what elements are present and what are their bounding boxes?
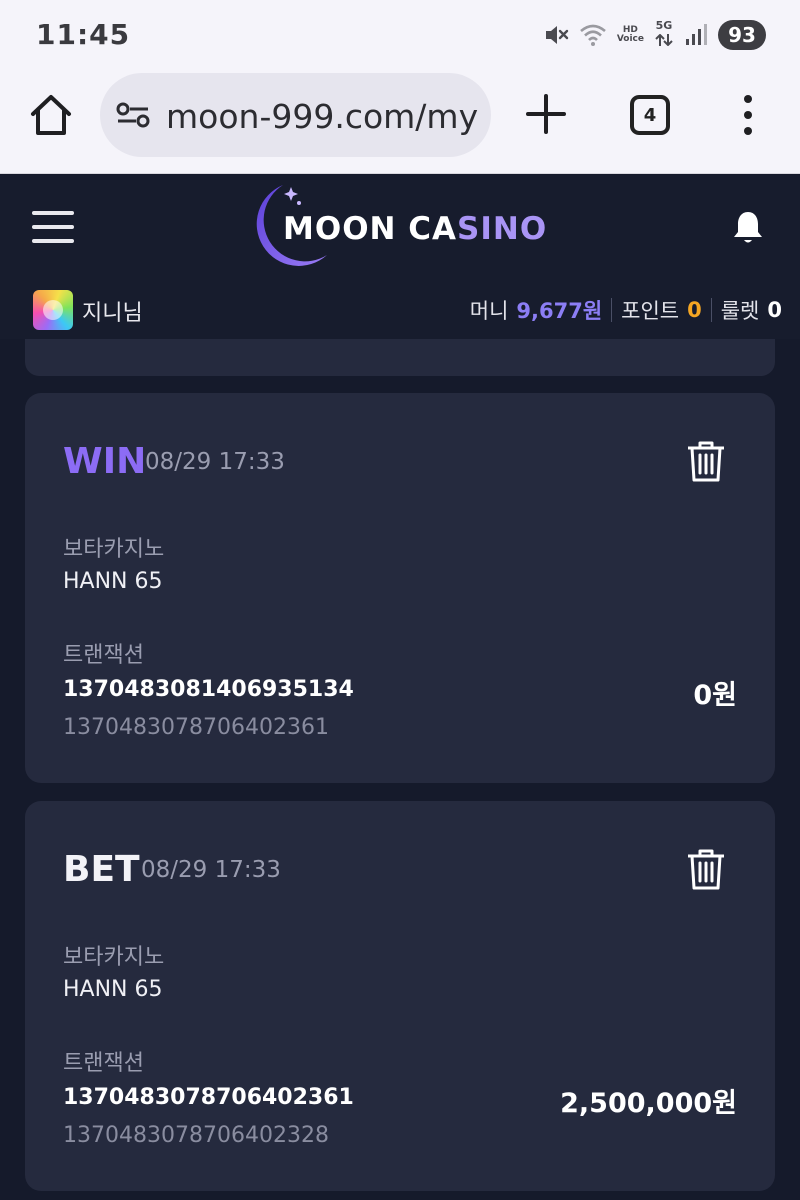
signal-icon [686, 24, 707, 45]
transaction-list[interactable]: WIN 08/29 17:33 보타카지노 HANN 65 트랜잭션 13704… [0, 339, 800, 1200]
transaction-amount: 2,500,000원 [560, 1088, 737, 1119]
balance-summary: 머니 9,677원 포인트 0 룰렛 0 [470, 295, 782, 325]
moon-casino-logo[interactable]: MOON CASINO [243, 181, 563, 273]
app-header: MOON CASINO 지니님 머니 9,677원 포인트 0 룰렛 0 [0, 175, 800, 339]
system-icons: HD Voice 5G 93 [543, 18, 766, 52]
provider-name: 보타카지노 [63, 537, 165, 562]
bell-icon[interactable] [732, 209, 764, 245]
username: 지니님 [82, 301, 143, 326]
voice-label: Voice [616, 34, 644, 44]
transaction-card-partial [25, 339, 775, 376]
money-label: 머니 [469, 299, 509, 323]
point-value: 0 [687, 298, 702, 322]
transaction-type: BET [63, 849, 140, 890]
transaction-type: WIN [63, 441, 147, 482]
site-settings-icon[interactable] [116, 100, 150, 130]
transaction-date: 08/29 17:33 [145, 449, 285, 475]
game-name: HANN 65 [63, 977, 163, 1002]
logo-text-main: MOON CA [283, 211, 458, 247]
transaction-card: WIN 08/29 17:33 보타카지노 HANN 65 트랜잭션 13704… [25, 393, 775, 783]
address-bar[interactable]: moon-999.com/my [100, 73, 491, 157]
transaction-label: 트랜잭션 [63, 1051, 144, 1076]
trash-icon[interactable] [685, 439, 727, 483]
divider [611, 298, 613, 322]
transaction-amount: 0원 [693, 680, 737, 711]
game-name: HANN 65 [63, 569, 163, 594]
divider [710, 298, 712, 322]
5g-icon: 5G [654, 20, 674, 50]
mute-icon [545, 26, 569, 44]
avatar[interactable] [33, 290, 73, 330]
home-icon[interactable] [28, 92, 74, 138]
reference-id: 1370483078706402361 [63, 715, 329, 740]
transaction-label: 트랜잭션 [63, 643, 144, 668]
battery-icon: 93 [718, 20, 766, 50]
point-label: 포인트 [621, 299, 680, 323]
reference-id: 1370483078706402328 [63, 1123, 329, 1148]
status-bar: 11:45 HD Voice 5G 93 [0, 0, 800, 70]
browser-toolbar: moon-999.com/my 4 [0, 70, 800, 174]
roulette-value: 0 [767, 298, 782, 322]
provider-name: 보타카지노 [63, 945, 165, 970]
logo-text-accent: SINO [457, 211, 548, 247]
wifi-icon [579, 24, 606, 46]
money-value: 9,677원 [516, 299, 603, 323]
url-text[interactable]: moon-999.com/my [166, 97, 478, 136]
trash-icon[interactable] [685, 847, 727, 891]
more-icon[interactable] [738, 94, 758, 136]
status-time: 11:45 [36, 18, 131, 51]
transaction-id: 1370483078706402361 [63, 1085, 354, 1110]
tabs-icon[interactable]: 4 [630, 95, 670, 135]
data-arrows-icon [655, 33, 673, 47]
menu-icon[interactable] [32, 211, 74, 243]
roulette-label: 룰렛 [720, 299, 760, 323]
logo-text: MOON CASINO [283, 211, 547, 247]
network-label: 5G [655, 19, 673, 32]
transaction-date: 08/29 17:33 [141, 857, 281, 883]
transaction-card: BET 08/29 17:33 보타카지노 HANN 65 트랜잭션 13704… [25, 801, 775, 1191]
user-info-row: 지니님 머니 9,677원 포인트 0 룰렛 0 [0, 285, 800, 331]
hd-voice-icon: HD Voice [617, 26, 644, 44]
plus-icon[interactable] [524, 92, 568, 136]
transaction-id: 1370483081406935134 [63, 677, 354, 702]
